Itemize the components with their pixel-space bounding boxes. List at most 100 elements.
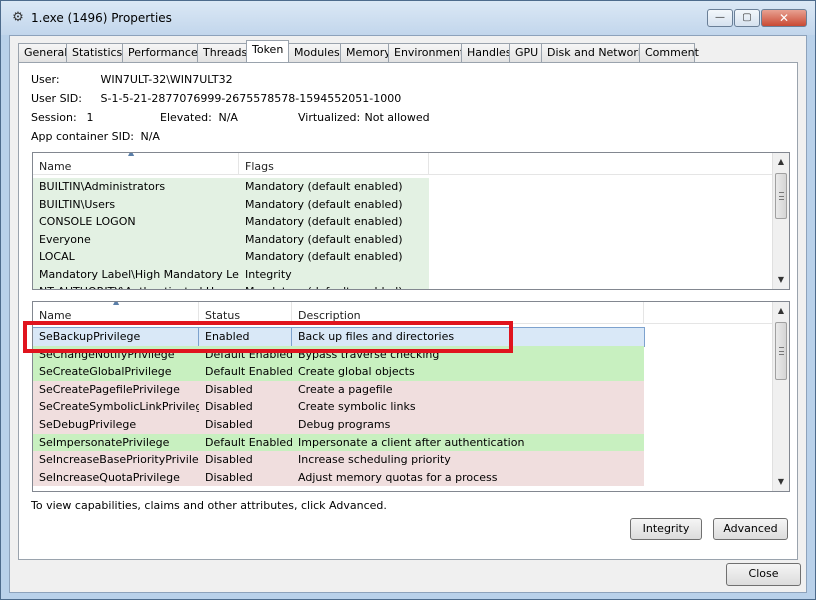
privilege-description-cell: Create global objects	[292, 363, 644, 381]
groups-scrollbar[interactable]: ▲ ▼	[772, 153, 789, 289]
group-flags-cell: Mandatory (default enabled)	[239, 248, 429, 266]
group-name-cell: BUILTIN\Users	[33, 195, 239, 213]
privilege-status-cell: Disabled	[199, 468, 292, 487]
privilege-row[interactable]: SeCreateSymbolicLinkPrivilege Disabled Cre…	[33, 398, 644, 416]
group-name-cell: Everyone	[33, 230, 239, 248]
app-container-label: App container SID:	[31, 130, 135, 143]
tab-statistics[interactable]: Statistics	[66, 43, 123, 62]
caption-buttons: — ▢ ✕	[706, 9, 807, 29]
group-flags-cell: Mandatory (default enabled)	[239, 283, 429, 289]
privilege-status-cell: Disabled	[199, 451, 292, 469]
virtualized-label: Virtualized:	[298, 111, 361, 124]
sort-ascending-icon: ▲	[113, 301, 120, 306]
privilege-status-cell: Disabled	[199, 416, 292, 434]
group-flags-cell: Mandatory (default enabled)	[239, 195, 429, 213]
privilege-description-cell: Create a pagefile	[292, 380, 644, 399]
privilege-name-cell: SeCreatePagefilePrivilege	[33, 380, 199, 399]
group-name-cell: CONSOLE LOGON	[33, 213, 239, 231]
maximize-button[interactable]: ▢	[734, 9, 760, 27]
tab-comment[interactable]: Comment	[639, 43, 699, 62]
close-button[interactable]: Close	[726, 563, 801, 586]
tab-disk-and-network[interactable]: Disk and Network	[541, 43, 644, 62]
group-flags-cell: Mandatory (default enabled)	[239, 213, 429, 231]
privilege-row[interactable]: SeIncreaseBasePriorityPrivilege Disabled I…	[33, 451, 644, 469]
tab-performance[interactable]: Performance	[122, 43, 198, 62]
privileges-scroll-thumb[interactable]	[775, 322, 787, 380]
advanced-button[interactable]: Advanced	[713, 518, 788, 540]
tab-memory[interactable]: Memory	[340, 43, 391, 62]
group-row[interactable]: Mandatory Label\High Mandatory Level Inte…	[33, 265, 429, 283]
privilege-name-cell: SeIncreaseQuotaPrivilege	[33, 468, 199, 487]
scroll-down-icon[interactable]: ▼	[773, 273, 789, 287]
scroll-up-icon[interactable]: ▲	[773, 155, 789, 169]
privilege-status-cell: Disabled	[199, 380, 292, 399]
group-row[interactable]: LOCAL Mandatory (default enabled)	[33, 248, 429, 266]
privilege-row[interactable]: SeImpersonatePrivilege Default Enabled Imp…	[33, 433, 644, 452]
privilege-description-cell: Increase scheduling priority	[292, 451, 644, 469]
group-flags-cell: Mandatory (default enabled)	[239, 230, 429, 248]
groups-column-flags[interactable]: Flags	[239, 153, 429, 175]
privilege-description-cell: Create symbolic links	[292, 398, 644, 416]
group-name-cell: LOCAL	[33, 248, 239, 266]
title-bar[interactable]: ⚙ 1.exe (1496) Properties — ▢ ✕	[1, 1, 815, 35]
red-highlight-annotation	[23, 321, 513, 353]
tab-modules[interactable]: Modules	[288, 43, 341, 62]
window-title: 1.exe (1496) Properties	[31, 11, 172, 25]
groups-column-name[interactable]: ▲ Name	[33, 153, 239, 175]
privilege-name-cell: SeDebugPrivilege	[33, 416, 199, 434]
process-icon: ⚙	[12, 10, 24, 25]
privilege-row[interactable]: SeCreatePagefilePrivilege Disabled Create …	[33, 380, 644, 399]
privilege-description-cell: Adjust memory quotas for a process	[292, 468, 644, 487]
group-row[interactable]: NT AUTHORITY\Authenticated UsersMandator…	[33, 283, 429, 289]
scroll-down-icon[interactable]: ▼	[773, 475, 789, 489]
tab-threads[interactable]: Threads	[197, 43, 247, 62]
app-container-row: App container SID: N/A	[31, 130, 160, 143]
sort-ascending-icon: ▲	[128, 152, 135, 157]
advanced-hint: To view capabilities, claims and other a…	[31, 499, 387, 512]
user-sid-value: S-1-5-21-2877076999-2675578578-159455205…	[100, 92, 402, 105]
session-value: 1	[86, 111, 94, 124]
group-row[interactable]: BUILTIN\Users Mandatory (default enabled)	[33, 195, 429, 213]
tab-token[interactable]: Token	[246, 40, 289, 62]
scroll-up-icon[interactable]: ▲	[773, 304, 789, 318]
privilege-status-cell: Default Enabled	[199, 433, 292, 452]
integrity-button[interactable]: Integrity	[630, 518, 702, 540]
tab-environment[interactable]: Environment	[388, 43, 464, 62]
privilege-row[interactable]: SeDebugPrivilege Disabled Debug programs	[33, 416, 644, 434]
privilege-name-cell: SeCreateSymbolicLinkPrivilege	[33, 398, 199, 416]
group-name-cell: Mandatory Label\High Mandatory Level	[33, 265, 239, 283]
user-sid-label: User SID:	[31, 92, 82, 105]
privilege-status-cell: Default Enabled	[199, 363, 292, 381]
session-label: Session:	[31, 111, 77, 124]
session-row: Session: 1 Elevated: N/A Virtualized: No…	[31, 111, 430, 124]
groups-list[interactable]: ▲ Name Flags BUILTIN\Administrators Manda…	[32, 152, 790, 290]
group-row[interactable]: BUILTIN\Administrators Mandatory (default…	[33, 178, 429, 196]
groups-header: ▲ Name Flags	[33, 153, 773, 175]
user-value: WIN7ULT-32\WIN7ULT32	[100, 73, 233, 86]
privilege-status-cell: Disabled	[199, 398, 292, 416]
privilege-description-cell: Impersonate a client after authenticatio…	[292, 433, 644, 452]
minimize-button[interactable]: —	[707, 9, 733, 27]
close-window-button[interactable]: ✕	[761, 9, 807, 27]
properties-window: ⚙ 1.exe (1496) Properties — ▢ ✕ General S…	[0, 0, 816, 600]
group-row[interactable]: CONSOLE LOGON Mandatory (default enabled)	[33, 213, 429, 231]
user-sid-row: User SID: S-1-5-21-2877076999-2675578578…	[31, 92, 401, 105]
privilege-name-cell: SeIncreaseBasePriorityPrivilege	[33, 451, 199, 469]
privileges-scrollbar[interactable]: ▲ ▼	[772, 302, 789, 491]
client-area: General Statistics Performance Threads Token…	[9, 35, 807, 593]
tab-general[interactable]: General	[18, 43, 67, 62]
tab-gpu[interactable]: GPU	[509, 43, 542, 62]
group-name-cell: NT AUTHORITY\Authenticated Users	[33, 283, 239, 289]
groups-scroll-thumb[interactable]	[775, 173, 787, 219]
group-row[interactable]: Everyone Mandatory (default enabled)	[33, 230, 429, 248]
app-container-value: N/A	[140, 130, 160, 143]
user-label: User:	[31, 73, 60, 86]
group-flags-cell: Mandatory (default enabled)	[239, 178, 429, 196]
token-panel: User: WIN7ULT-32\WIN7ULT32 User SID: S-1…	[18, 62, 798, 560]
group-name-cell: BUILTIN\Administrators	[33, 178, 239, 196]
privilege-row[interactable]: SeIncreaseQuotaPrivilege Disabled Adjust m…	[33, 468, 644, 487]
privilege-name-cell: SeCreateGlobalPrivilege	[33, 363, 199, 381]
privilege-row[interactable]: SeCreateGlobalPrivilege Default Enabled Cr…	[33, 363, 644, 381]
tab-handles[interactable]: Handles	[461, 43, 512, 62]
group-flags-cell: Integrity	[239, 265, 429, 283]
